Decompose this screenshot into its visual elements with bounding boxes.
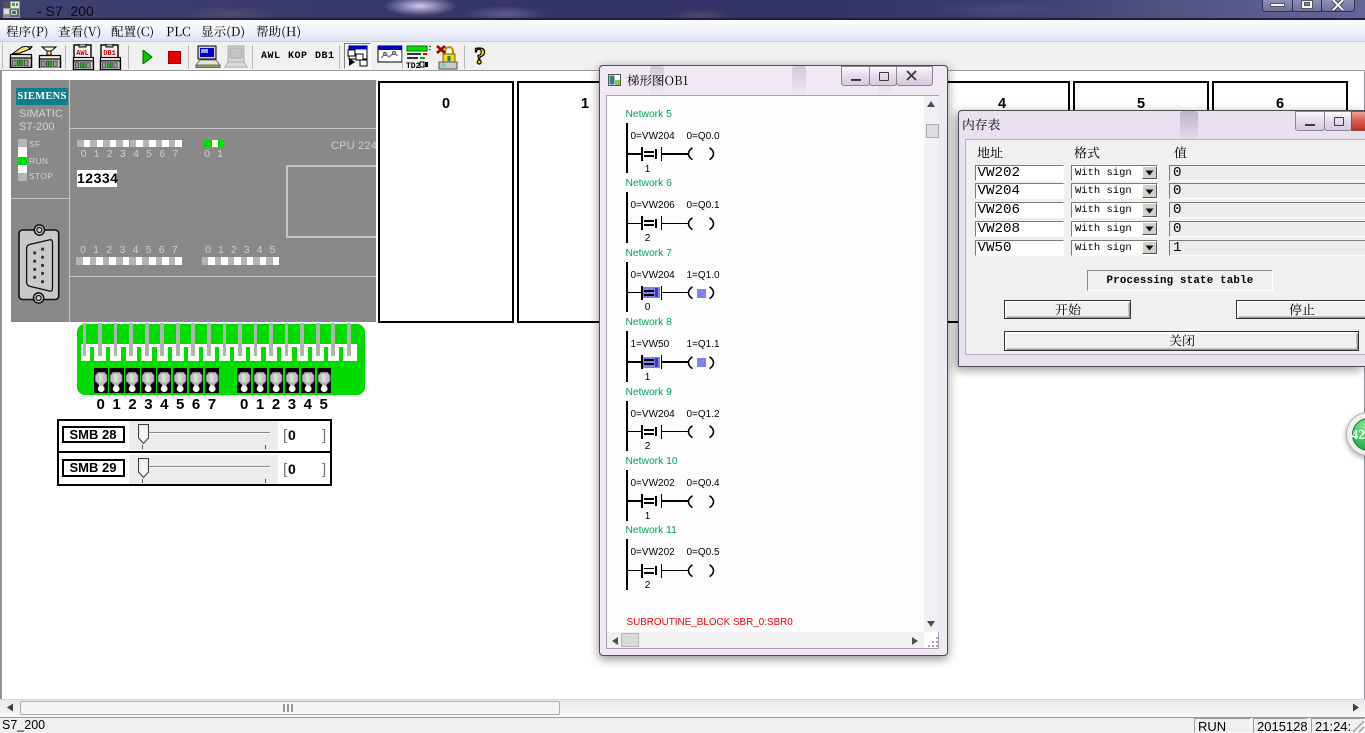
svg-text:TD2: TD2 — [406, 62, 421, 69]
svg-text:DB1: DB1 — [103, 50, 116, 58]
svg-text:AWL: AWL — [76, 50, 89, 58]
